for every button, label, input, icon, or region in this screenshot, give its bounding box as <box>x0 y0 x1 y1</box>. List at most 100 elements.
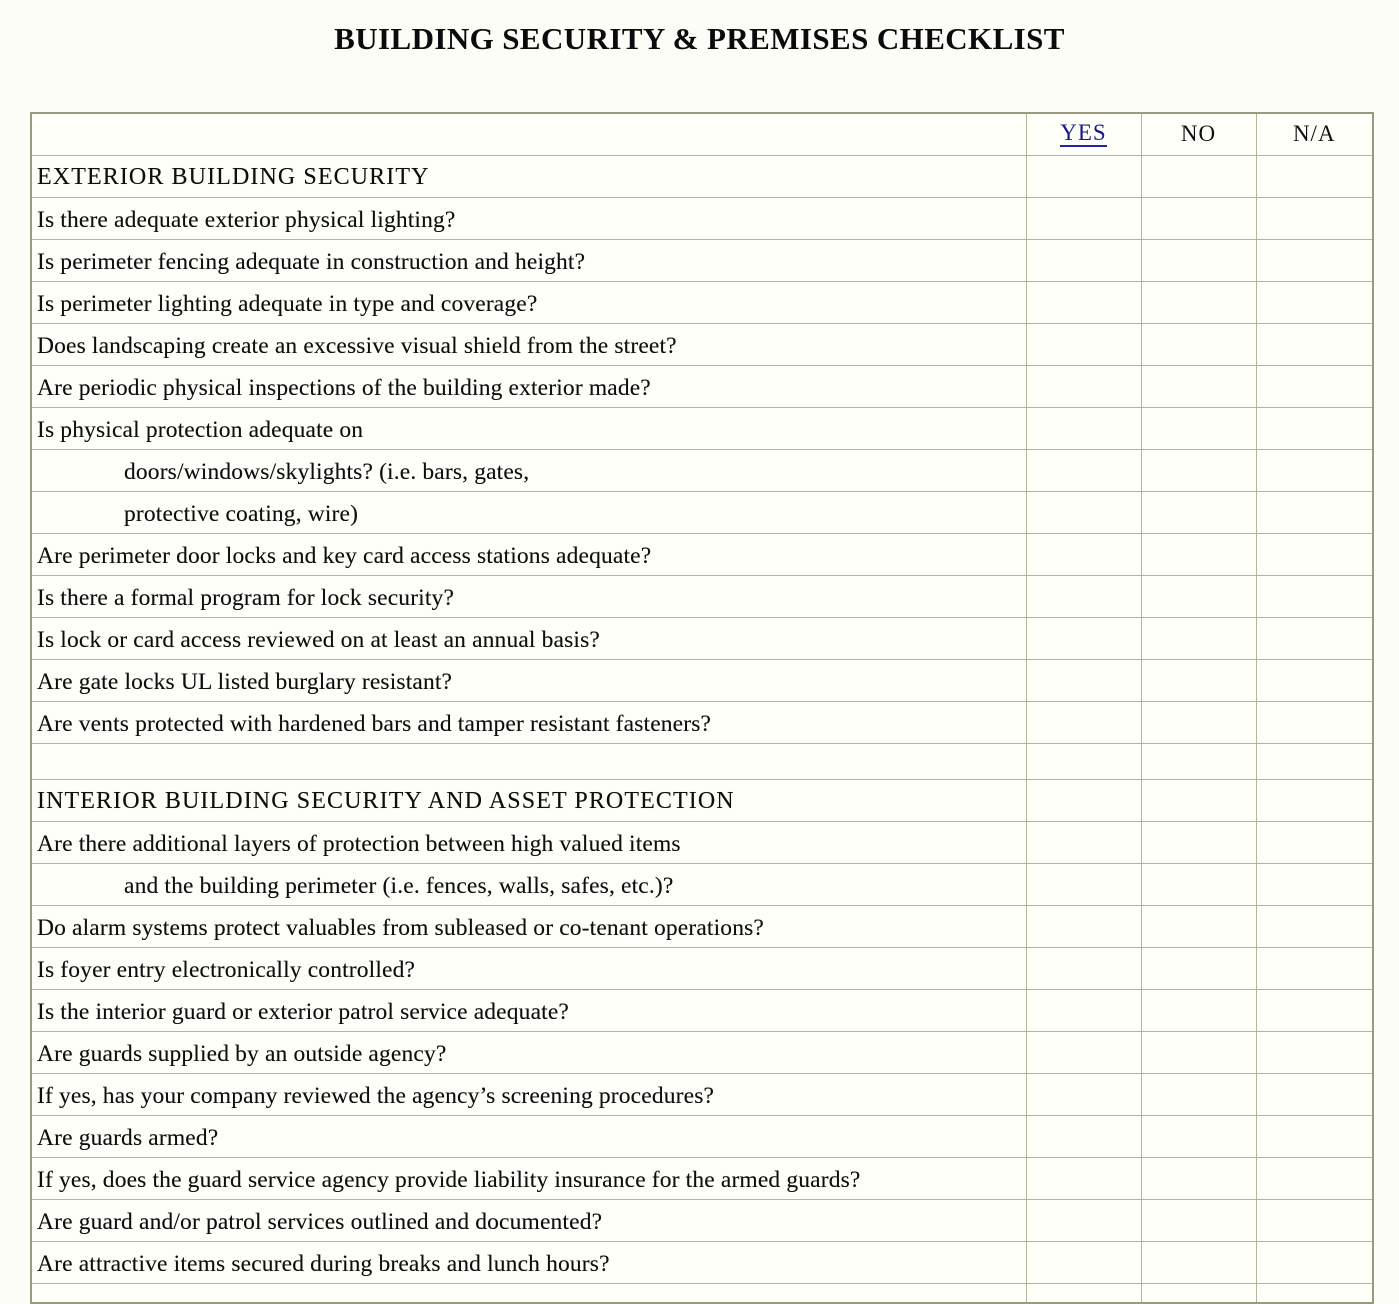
checkbox-cell-na[interactable] <box>1255 1198 1374 1242</box>
checkbox-cell-no[interactable] <box>1140 820 1257 864</box>
checkbox-cell-no[interactable] <box>1140 988 1257 1032</box>
checkbox-cell-yes[interactable] <box>1025 448 1142 492</box>
checkbox-cell-no[interactable] <box>1140 406 1257 450</box>
checkbox-cell-no[interactable] <box>1140 1072 1257 1116</box>
checkbox-cell-na[interactable] <box>1255 238 1374 282</box>
checkbox-cell-yes[interactable] <box>1025 154 1142 198</box>
checkbox-cell-no[interactable] <box>1140 574 1257 618</box>
checkbox-cell-yes[interactable] <box>1025 616 1142 660</box>
checkbox-cell-no[interactable] <box>1140 238 1257 282</box>
checkbox-cell-no[interactable] <box>1140 364 1257 408</box>
checkbox-cell-no[interactable] <box>1140 280 1257 324</box>
checkbox-cell-yes[interactable] <box>1025 1114 1142 1158</box>
checkbox-mark-no <box>1142 1109 1256 1115</box>
checkbox-cell-yes[interactable] <box>1025 700 1142 744</box>
checkbox-cell-yes[interactable] <box>1025 1156 1142 1200</box>
checkbox-cell-na[interactable] <box>1255 778 1374 822</box>
checkbox-cell-na[interactable] <box>1255 532 1374 576</box>
checkbox-cell-yes[interactable] <box>1025 574 1142 618</box>
checkbox-cell-no[interactable] <box>1140 532 1257 576</box>
checkbox-mark-no <box>1142 815 1256 821</box>
checkbox-cell-no[interactable] <box>1140 1282 1257 1304</box>
checkbox-cell-yes[interactable] <box>1025 1072 1142 1116</box>
checkbox-cell-na[interactable] <box>1255 196 1374 240</box>
checkbox-cell-no[interactable] <box>1140 616 1257 660</box>
checkbox-cell-na[interactable] <box>1255 1072 1374 1116</box>
checkbox-cell-no[interactable] <box>1140 448 1257 492</box>
column-header-label-yes[interactable]: YES <box>1060 121 1107 148</box>
checkbox-cell-na[interactable] <box>1255 1240 1374 1284</box>
checkbox-cell-na[interactable] <box>1255 364 1374 408</box>
checkbox-cell-na[interactable] <box>1255 574 1374 618</box>
checkbox-mark-na <box>1257 941 1373 947</box>
checkbox-cell-yes[interactable] <box>1025 532 1142 576</box>
checkbox-cell-no[interactable] <box>1140 862 1257 906</box>
checkbox-mark-no <box>1142 983 1256 989</box>
checkbox-cell-na[interactable] <box>1255 616 1374 660</box>
checkbox-cell-yes[interactable] <box>1025 364 1142 408</box>
checkbox-cell-yes[interactable] <box>1025 820 1142 864</box>
checkbox-mark-na <box>1257 401 1373 407</box>
checkbox-cell-no[interactable] <box>1140 1240 1257 1284</box>
checkbox-cell-na[interactable] <box>1255 406 1374 450</box>
page-title: BUILDING SECURITY & PREMISES CHECKLIST <box>334 21 1065 56</box>
checkbox-cell-no[interactable] <box>1140 904 1257 948</box>
checkbox-cell-no[interactable] <box>1140 322 1257 366</box>
checkbox-cell-yes[interactable] <box>1025 280 1142 324</box>
checkbox-cell-no[interactable] <box>1140 1030 1257 1074</box>
checkbox-cell-no[interactable] <box>1140 700 1257 744</box>
checkbox-cell-na[interactable] <box>1255 448 1374 492</box>
checkbox-cell-na[interactable] <box>1255 904 1374 948</box>
checkbox-cell-na[interactable] <box>1255 490 1374 534</box>
checkbox-cell-no[interactable] <box>1140 1198 1257 1242</box>
checkbox-cell-yes[interactable] <box>1025 1240 1142 1284</box>
checkbox-cell-no[interactable] <box>1140 490 1257 534</box>
checkbox-cell-na[interactable] <box>1255 862 1374 906</box>
checkbox-cell-na[interactable] <box>1255 1030 1374 1074</box>
checkbox-cell-yes[interactable] <box>1025 238 1142 282</box>
checkbox-mark-na <box>1257 983 1373 989</box>
checkbox-cell-no[interactable] <box>1140 658 1257 702</box>
checkbox-cell-yes[interactable] <box>1025 490 1142 534</box>
checkbox-cell-no[interactable] <box>1140 196 1257 240</box>
checkbox-mark-no <box>1142 611 1256 617</box>
checkbox-cell-na[interactable] <box>1255 658 1374 702</box>
checkbox-cell-na[interactable] <box>1255 700 1374 744</box>
checkbox-cell-na[interactable] <box>1255 742 1374 780</box>
checkbox-cell-na[interactable] <box>1255 946 1374 990</box>
checkbox-cell-yes[interactable] <box>1025 904 1142 948</box>
checkbox-cell-no[interactable] <box>1140 1156 1257 1200</box>
checkbox-cell-yes[interactable] <box>1025 658 1142 702</box>
checkbox-cell-yes[interactable] <box>1025 1198 1142 1242</box>
checkbox-cell-yes[interactable] <box>1025 1030 1142 1074</box>
checkbox-cell-na[interactable] <box>1255 280 1374 324</box>
checkbox-cell-yes[interactable] <box>1025 742 1142 780</box>
checkbox-cell-yes[interactable] <box>1025 406 1142 450</box>
header-cell-item <box>30 112 1027 156</box>
checkbox-cell-na[interactable] <box>1255 820 1374 864</box>
checklist-item-cell: Are gate locks UL listed burglary resist… <box>30 658 1027 702</box>
checkbox-cell-no[interactable] <box>1140 154 1257 198</box>
checkbox-cell-na[interactable] <box>1255 322 1374 366</box>
checkbox-cell-yes[interactable] <box>1025 778 1142 822</box>
checkbox-cell-yes[interactable] <box>1025 862 1142 906</box>
checkbox-cell-no[interactable] <box>1140 946 1257 990</box>
checkbox-cell-na[interactable] <box>1255 1156 1374 1200</box>
checkbox-cell-no[interactable] <box>1140 778 1257 822</box>
checklist-item-cell: Is foyer entry electronically controlled… <box>30 946 1027 990</box>
checklist-row: Is perimeter fencing adequate in constru… <box>30 238 1374 282</box>
checkbox-cell-yes[interactable] <box>1025 196 1142 240</box>
checkbox-cell-na[interactable] <box>1255 988 1374 1032</box>
checkbox-cell-na[interactable] <box>1255 154 1374 198</box>
checkbox-cell-na[interactable] <box>1255 1282 1374 1304</box>
checkbox-mark-yes <box>1027 485 1141 491</box>
checkbox-cell-no[interactable] <box>1140 742 1257 780</box>
checkbox-cell-no[interactable] <box>1140 1114 1257 1158</box>
checkbox-cell-yes[interactable] <box>1025 946 1142 990</box>
checkbox-cell-yes[interactable] <box>1025 988 1142 1032</box>
checklist-row: Are guards armed? <box>30 1114 1374 1158</box>
checklist-item-cell: Are periodic physical inspections of the… <box>30 364 1027 408</box>
checkbox-cell-yes[interactable] <box>1025 322 1142 366</box>
checkbox-cell-yes[interactable] <box>1025 1282 1142 1304</box>
checkbox-cell-na[interactable] <box>1255 1114 1374 1158</box>
